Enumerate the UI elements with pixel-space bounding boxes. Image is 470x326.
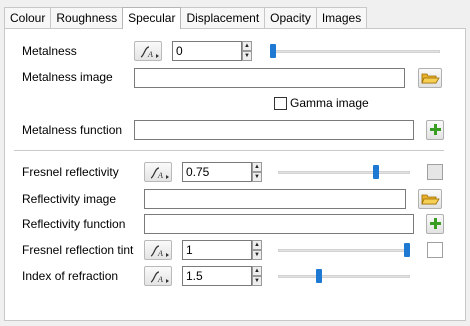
metalness-input[interactable]: [172, 41, 242, 61]
fresnel-input[interactable]: [182, 162, 252, 182]
tint-spinbox[interactable]: ▲ ▼: [182, 240, 262, 260]
ior-slider-handle[interactable]: [315, 269, 322, 283]
folder-open-icon: [421, 194, 440, 205]
fresnel-color-swatch[interactable]: [427, 164, 443, 180]
tint-slider-track: [278, 249, 410, 252]
reflectivity-image-label: Reflectivity image: [22, 192, 117, 206]
tint-input[interactable]: [182, 240, 252, 260]
fresnel-slider-track: [278, 171, 410, 174]
ior-increment-button[interactable]: ▲: [252, 266, 262, 276]
reflectivity-image-input[interactable]: [144, 189, 406, 209]
metalness-increment-button[interactable]: ▲: [242, 41, 252, 51]
curve-editor-icon: A: [150, 271, 169, 284]
reflectivity-image-browse-button[interactable]: [418, 189, 442, 209]
svg-text:A: A: [147, 50, 153, 59]
metalness-image-input[interactable]: [134, 68, 405, 88]
ior-input[interactable]: [182, 266, 252, 286]
fresnel-tint-label: Fresnel reflection tint: [22, 243, 134, 257]
gamma-image-label: Gamma image: [290, 96, 369, 110]
tab-displacement[interactable]: Displacement: [180, 7, 266, 28]
plus-icon: [430, 218, 441, 229]
metalness-curve-button[interactable]: A: [134, 41, 162, 61]
fresnel-slider-handle[interactable]: [372, 165, 379, 179]
reflectivity-function-add-button[interactable]: [426, 214, 444, 234]
tab-colour[interactable]: Colour: [4, 7, 52, 28]
ior-slider-track: [278, 275, 410, 278]
tab-images[interactable]: Images: [315, 7, 368, 28]
fresnel-decrement-button[interactable]: ▼: [252, 172, 262, 182]
tint-slider-handle[interactable]: [404, 243, 410, 257]
metalness-function-label: Metalness function: [22, 123, 123, 137]
section-divider: [14, 150, 444, 151]
folder-open-icon: [421, 73, 440, 84]
fresnel-spinbox[interactable]: ▲ ▼: [182, 162, 262, 182]
metalness-spinbox[interactable]: ▲ ▼: [172, 41, 252, 61]
tint-curve-button[interactable]: A: [144, 240, 172, 260]
curve-editor-icon: A: [150, 245, 169, 258]
plus-icon: [430, 124, 441, 135]
svg-text:A: A: [157, 275, 163, 284]
metalness-slider-handle[interactable]: [270, 44, 276, 58]
index-of-refraction-label: Index of refraction: [22, 269, 119, 283]
reflectivity-function-input[interactable]: [144, 214, 414, 234]
reflectivity-function-label: Reflectivity function: [22, 217, 126, 231]
curve-editor-icon: A: [140, 46, 159, 59]
fresnel-reflectivity-label: Fresnel reflectivity: [22, 165, 119, 179]
svg-text:A: A: [157, 171, 163, 180]
metalness-slider[interactable]: [270, 44, 440, 58]
gamma-image-checkbox[interactable]: [274, 97, 287, 110]
metalness-image-browse-button[interactable]: [418, 68, 442, 88]
fresnel-increment-button[interactable]: ▲: [252, 162, 262, 172]
tab-roughness[interactable]: Roughness: [50, 7, 124, 28]
tab-specular[interactable]: Specular: [122, 7, 182, 29]
metalness-function-add-button[interactable]: [426, 120, 444, 140]
metalness-slider-track: [270, 50, 440, 53]
metalness-label: Metalness: [22, 44, 77, 58]
fresnel-curve-button[interactable]: A: [144, 162, 172, 182]
metalness-image-label: Metalness image: [22, 70, 113, 84]
ior-spinbox[interactable]: ▲ ▼: [182, 266, 262, 286]
curve-editor-icon: A: [150, 167, 169, 180]
svg-text:A: A: [157, 249, 163, 258]
tint-slider[interactable]: [278, 243, 410, 257]
metalness-function-input[interactable]: [134, 120, 414, 140]
fresnel-slider[interactable]: [278, 165, 410, 179]
metalness-decrement-button[interactable]: ▼: [242, 51, 252, 61]
tab-bar: Colour Roughness Specular Displacement O…: [4, 7, 368, 29]
tint-increment-button[interactable]: ▲: [252, 240, 262, 250]
tint-color-swatch[interactable]: [427, 242, 443, 258]
ior-curve-button[interactable]: A: [144, 266, 172, 286]
tab-opacity[interactable]: Opacity: [264, 7, 317, 28]
ior-slider[interactable]: [278, 269, 410, 283]
ior-decrement-button[interactable]: ▼: [252, 276, 262, 286]
tint-decrement-button[interactable]: ▼: [252, 250, 262, 260]
